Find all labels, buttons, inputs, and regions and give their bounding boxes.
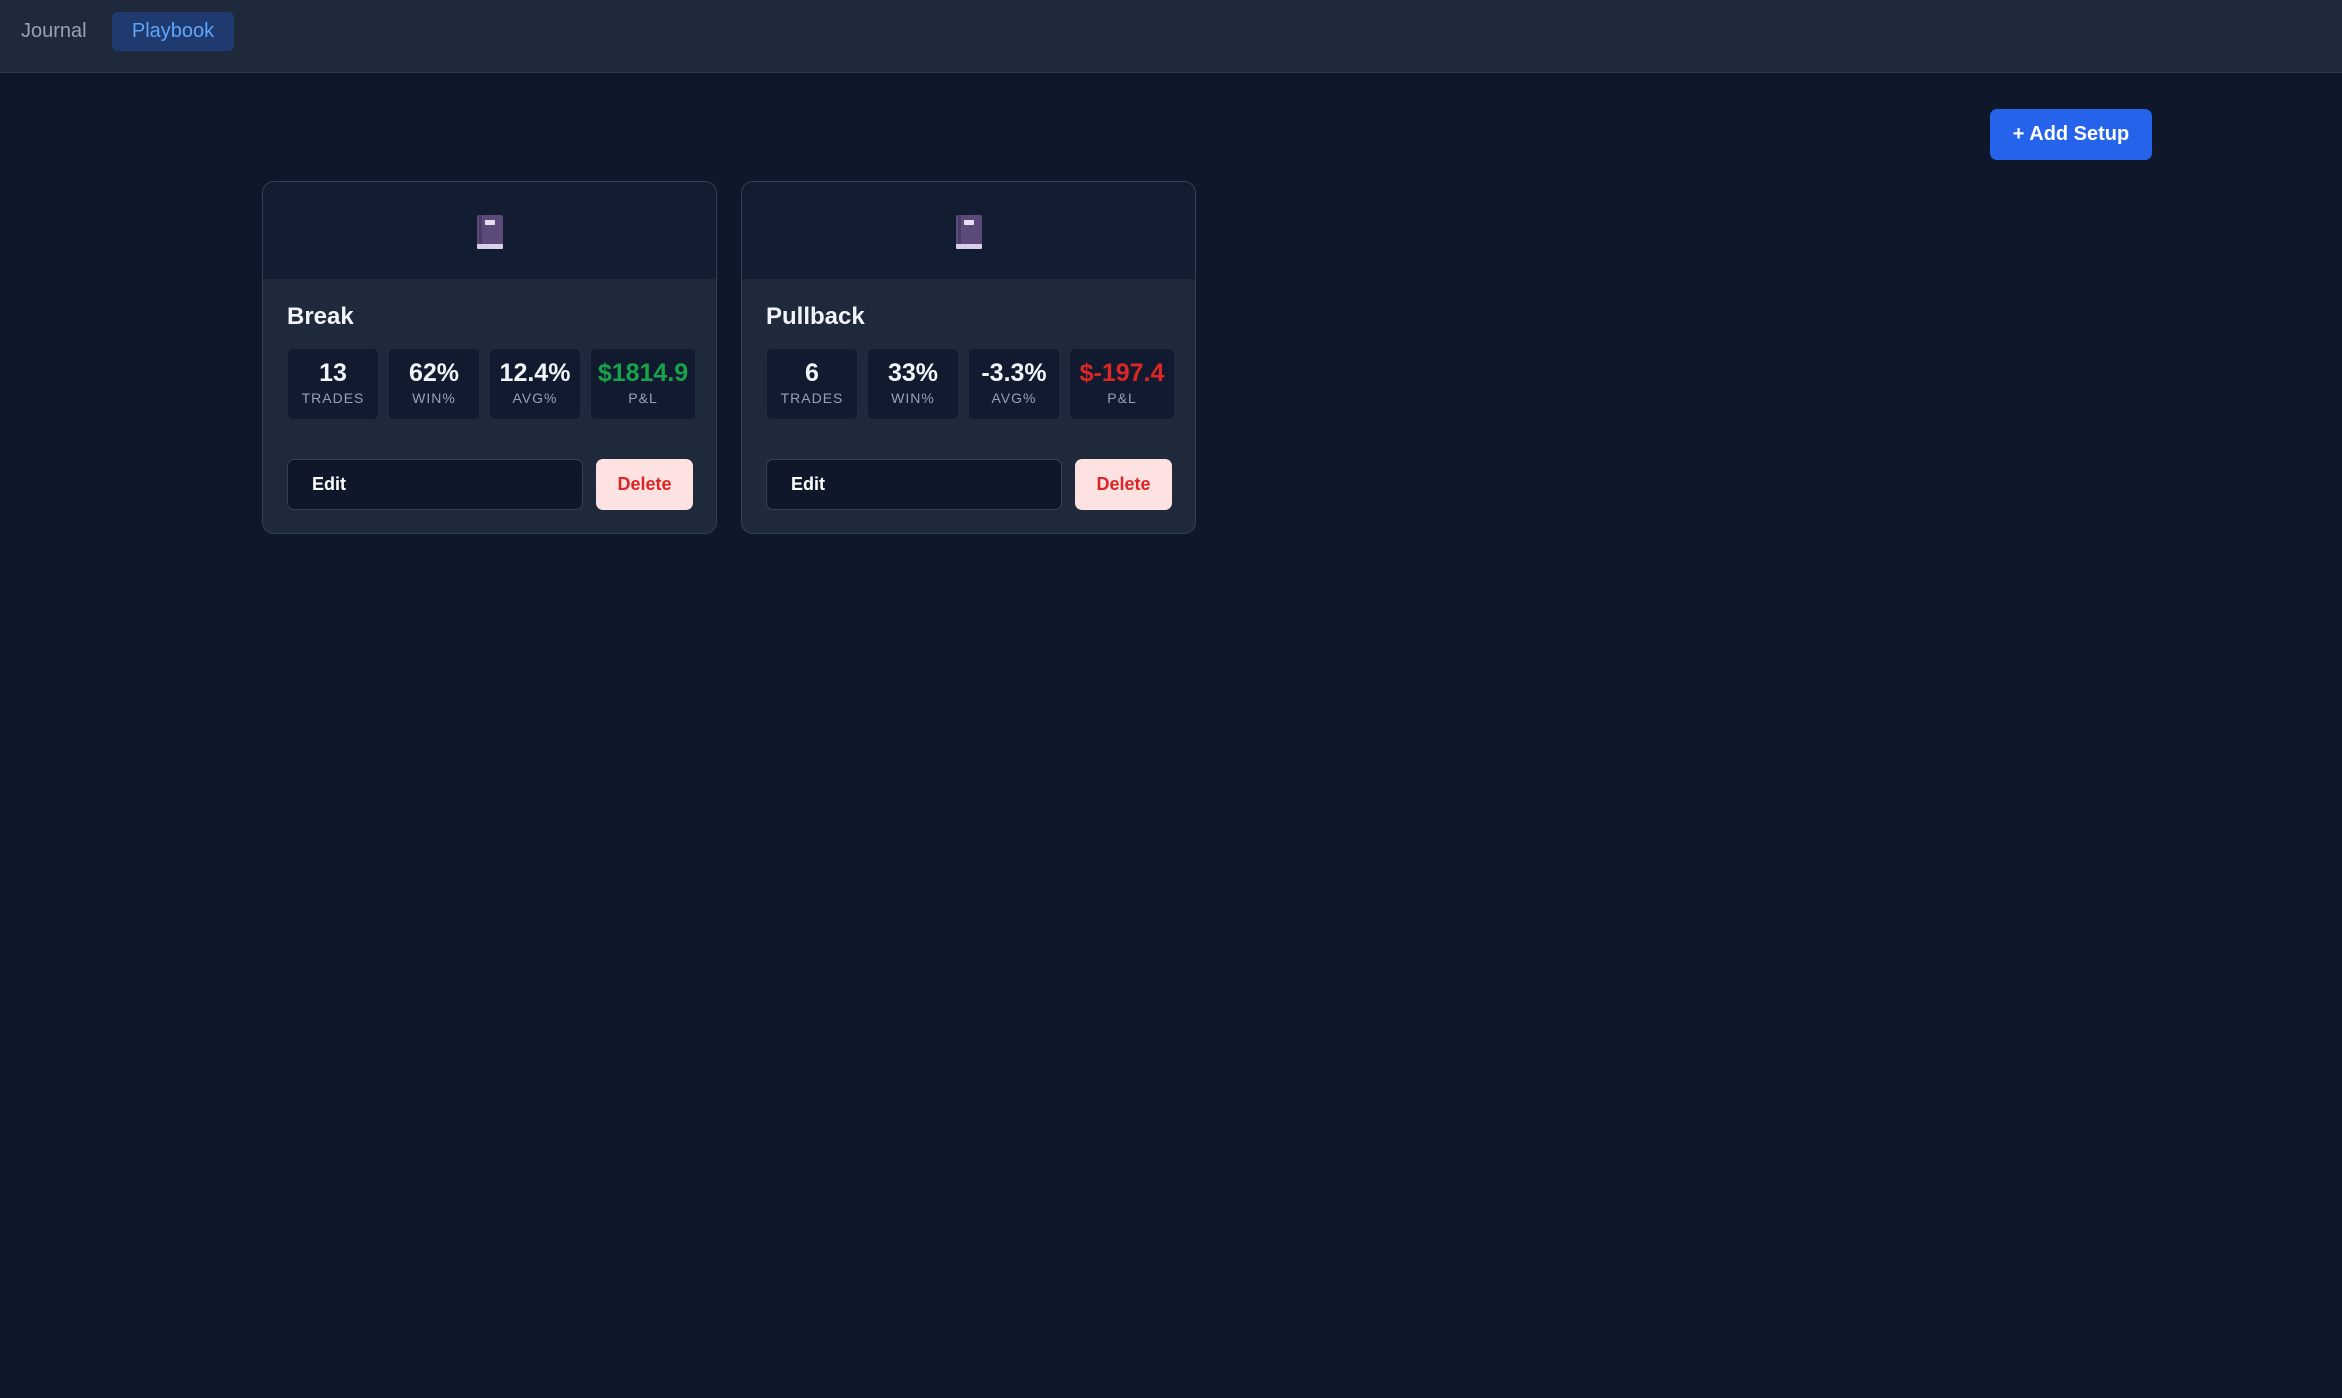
top-nav-bar: Journal Playbook (0, 0, 2342, 73)
stat-trades: 6 TRADES (766, 348, 858, 420)
stat-avg-value: -3.3% (981, 359, 1047, 387)
tab-journal[interactable]: Journal (0, 12, 108, 51)
book-icon (956, 215, 982, 249)
stat-pnl-label: P&L (628, 390, 658, 406)
stat-trades-value: 13 (319, 359, 347, 387)
setup-card: Break 13 TRADES 62% WIN% 12.4% AVG% $181… (262, 181, 717, 534)
stat-avg: -3.3% AVG% (968, 348, 1060, 420)
stat-avg-label: AVG% (512, 390, 558, 406)
stat-pnl-label: P&L (1107, 390, 1137, 406)
stat-avg-value: 12.4% (499, 359, 571, 387)
stat-pnl-value: $-197.4 (1079, 359, 1165, 387)
stat-trades-value: 6 (805, 359, 819, 387)
stat-win-value: 33% (887, 359, 939, 387)
card-header (742, 182, 1195, 279)
stat-pnl: $1814.9 P&L (590, 348, 696, 420)
stat-avg-label: AVG% (991, 390, 1037, 406)
tab-playbook[interactable]: Playbook (112, 12, 234, 51)
delete-button[interactable]: Delete (596, 459, 693, 510)
stat-win-value: 62% (408, 359, 460, 387)
stat-pnl-value: $1814.9 (597, 359, 689, 387)
card-header (263, 182, 716, 279)
stat-win-label: WIN% (412, 390, 456, 406)
edit-button[interactable]: Edit (766, 459, 1062, 510)
stats-row: 13 TRADES 62% WIN% 12.4% AVG% $1814.9 P&… (287, 348, 696, 420)
setup-name: Break (287, 303, 354, 330)
stat-pnl: $-197.4 P&L (1069, 348, 1175, 420)
add-setup-button[interactable]: + Add Setup (1990, 109, 2152, 160)
stat-win: 33% WIN% (867, 348, 959, 420)
stat-avg: 12.4% AVG% (489, 348, 581, 420)
setup-card: Pullback 6 TRADES 33% WIN% -3.3% AVG% $-… (741, 181, 1196, 534)
stat-win: 62% WIN% (388, 348, 480, 420)
book-icon (477, 215, 503, 249)
stat-trades-label: TRADES (780, 390, 844, 406)
edit-button[interactable]: Edit (287, 459, 583, 510)
stat-win-label: WIN% (891, 390, 935, 406)
stats-row: 6 TRADES 33% WIN% -3.3% AVG% $-197.4 P&L (766, 348, 1175, 420)
stat-trades-label: TRADES (301, 390, 365, 406)
delete-button[interactable]: Delete (1075, 459, 1172, 510)
stat-trades: 13 TRADES (287, 348, 379, 420)
setup-name: Pullback (766, 303, 865, 330)
